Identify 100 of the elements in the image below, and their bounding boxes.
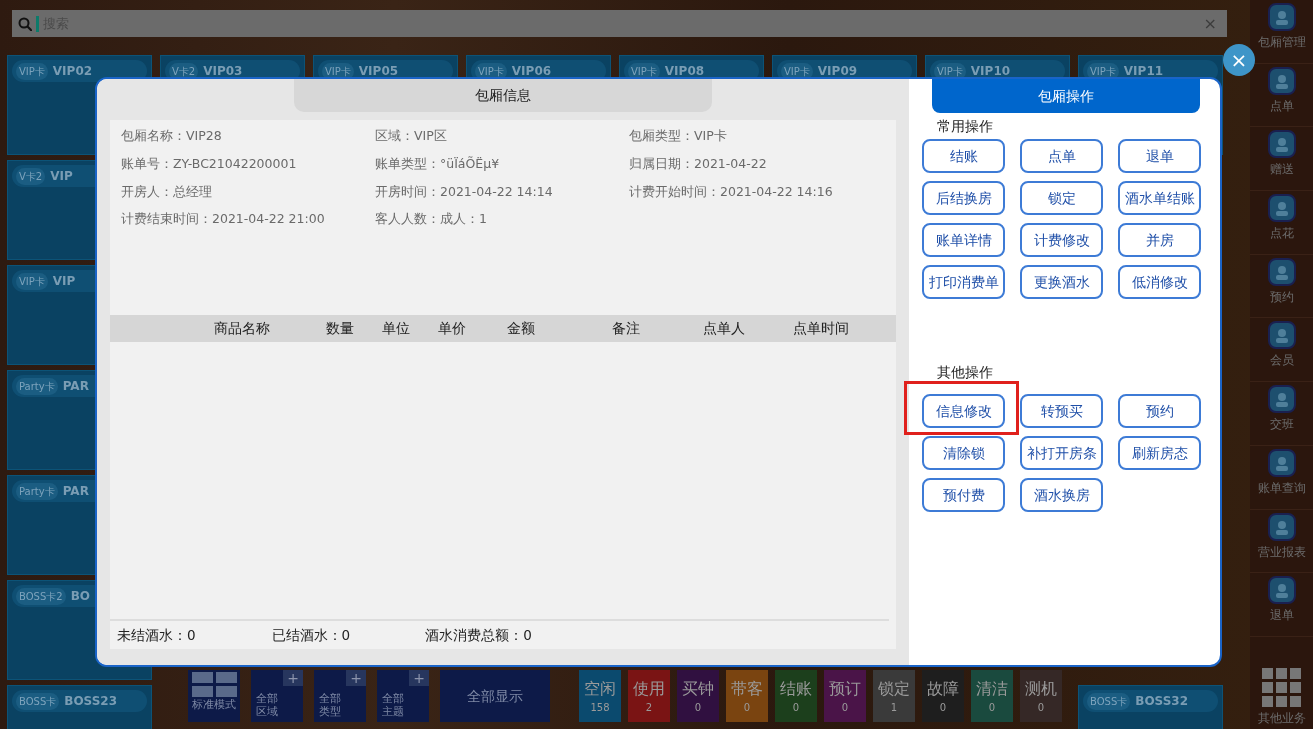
status-label: 故障 xyxy=(927,680,959,698)
action-button[interactable]: 并房 xyxy=(1118,223,1201,257)
action-button[interactable]: 退单 xyxy=(1118,139,1201,173)
room-name: VIP06 xyxy=(511,63,552,80)
filter-button[interactable]: 全部类型 + xyxy=(314,670,366,722)
status-filter[interactable]: 空闲 158 xyxy=(579,670,621,722)
action-button[interactable]: 预付费 xyxy=(922,478,1005,513)
text-cursor xyxy=(36,15,39,32)
tile-icon xyxy=(1267,512,1296,541)
sidebar-item[interactable]: 点花 xyxy=(1250,191,1313,255)
status-count: 0 xyxy=(841,701,849,713)
close-button[interactable]: × xyxy=(1223,44,1255,76)
column-header: 数量 xyxy=(325,319,355,339)
sidebar-label: 其他业务 xyxy=(1257,710,1306,727)
sidebar-item[interactable]: 交班 xyxy=(1250,382,1313,446)
section-title: 常用操作 xyxy=(937,117,994,136)
plus-icon: + xyxy=(409,670,429,686)
status-filter[interactable]: 预订 0 xyxy=(824,670,866,722)
sidebar-label: 会员 xyxy=(1269,352,1294,370)
room-name: BO xyxy=(70,588,90,605)
status-label: 清洁 xyxy=(976,680,1008,698)
sidebar-item[interactable]: 营业报表 xyxy=(1250,509,1313,574)
room-tile[interactable]: BOSS卡 BOSS23 xyxy=(7,685,152,729)
section-title: 其他操作 xyxy=(937,365,994,381)
status-label: 锁定 xyxy=(878,680,910,698)
tile-icon xyxy=(1267,130,1296,159)
action-button[interactable]: 低消修改 xyxy=(1118,265,1201,299)
room-name: VIP02 xyxy=(52,63,93,80)
status-count: 0 xyxy=(988,701,996,713)
info-field: 账单类型：°üÏáÕËµ¥ xyxy=(375,154,629,174)
status-label: 空闲 xyxy=(584,680,616,698)
status-filter[interactable]: 故障 0 xyxy=(922,670,964,722)
room-tag: VIP卡 xyxy=(16,272,48,290)
info-field: 开房时间：2021-04-22 14:14 xyxy=(375,182,629,202)
action-button[interactable]: 酒水换房 xyxy=(1020,478,1103,513)
status-label: 带客 xyxy=(731,680,763,698)
mode-button[interactable]: 标准模式 xyxy=(188,670,240,722)
column-header: 单位 xyxy=(381,319,411,339)
action-button[interactable]: 预约 xyxy=(1118,394,1201,429)
action-button[interactable]: 打印消费单 xyxy=(922,265,1005,299)
status-filter[interactable]: 锁定 1 xyxy=(873,670,915,722)
filter-button[interactable]: 全部区域 + xyxy=(251,670,303,722)
sidebar-item[interactable]: 会员 xyxy=(1250,318,1313,383)
status-filter[interactable]: 测机 0 xyxy=(1020,670,1062,722)
room-name: PAR xyxy=(62,483,89,500)
tile-icon xyxy=(1267,194,1296,223)
room-name: BOSS23 xyxy=(64,693,118,710)
sidebar-item[interactable]: 账单查询 xyxy=(1250,445,1313,510)
action-button[interactable]: 信息修改 xyxy=(922,394,1005,429)
sidebar-item[interactable]: 预约 xyxy=(1250,254,1313,319)
layout-icon xyxy=(191,672,237,697)
action-button[interactable]: 结账 xyxy=(922,139,1005,173)
room-tile[interactable]: BOSS卡 BOSS32 xyxy=(1078,685,1223,729)
plus-icon: + xyxy=(346,670,366,686)
filter-button[interactable]: 全部主题 + xyxy=(377,670,429,722)
status-count: 2 xyxy=(645,701,653,713)
operations-tab[interactable]: 包厢操作 xyxy=(932,79,1200,113)
action-button[interactable]: 点单 xyxy=(1020,139,1103,173)
room-tag: BOSS卡2 xyxy=(16,587,66,605)
sidebar-item[interactable]: 包厢管理 xyxy=(1250,0,1313,64)
room-name: VIP11 xyxy=(1123,63,1164,80)
room-name: VIP05 xyxy=(358,63,399,80)
room-tag: Party卡 xyxy=(16,482,58,500)
status-label: 结账 xyxy=(780,680,812,698)
sidebar-label: 退单 xyxy=(1269,607,1294,625)
sidebar-item[interactable]: 赠送 xyxy=(1250,127,1313,192)
sidebar-item[interactable]: 退单 xyxy=(1250,573,1313,637)
status-count: 1 xyxy=(890,701,898,713)
sidebar-item[interactable]: 点单 xyxy=(1250,63,1313,128)
status-count: 0 xyxy=(939,701,947,713)
status-count: 0 xyxy=(1037,701,1045,713)
action-button[interactable]: 锁定 xyxy=(1020,181,1103,215)
status-filter[interactable]: 买钟 0 xyxy=(677,670,719,722)
plus-icon: + xyxy=(283,670,303,686)
sidebar-label: 预约 xyxy=(1269,288,1294,306)
status-filter[interactable]: 清洁 0 xyxy=(971,670,1013,722)
sidebar-label: 赠送 xyxy=(1269,161,1294,179)
action-button[interactable]: 清除锁 xyxy=(922,436,1005,471)
status-filter[interactable]: 带客 0 xyxy=(726,670,768,722)
show-all-button[interactable]: 全部显示 xyxy=(440,670,550,722)
info-field: 计费开始时间：2021-04-22 14:16 xyxy=(629,182,885,202)
status-count: 0 xyxy=(694,701,702,713)
info-tab[interactable]: 包厢信息 xyxy=(294,79,712,112)
action-button[interactable]: 刷新房态 xyxy=(1118,436,1201,471)
action-button[interactable]: 后结换房 xyxy=(922,181,1005,215)
room-name: PAR xyxy=(62,378,89,395)
info-field: 包厢类型：VIP卡 xyxy=(629,127,885,146)
action-button[interactable]: 计费修改 xyxy=(1020,223,1103,257)
action-button[interactable]: 转预买 xyxy=(1020,394,1103,429)
status-label: 使用 xyxy=(633,680,665,698)
action-button[interactable]: 补打开房条 xyxy=(1020,436,1103,471)
status-filter[interactable]: 结账 0 xyxy=(775,670,817,722)
room-tag: Party卡 xyxy=(16,377,58,395)
status-label: 预订 xyxy=(829,680,861,698)
status-filter[interactable]: 使用 2 xyxy=(628,670,670,722)
action-button[interactable]: 酒水单结账 xyxy=(1118,181,1201,215)
status-label: 测机 xyxy=(1025,680,1057,698)
action-button[interactable]: 账单详情 xyxy=(922,223,1005,257)
tile-icon xyxy=(1267,321,1296,350)
action-button[interactable]: 更换酒水 xyxy=(1020,265,1103,299)
